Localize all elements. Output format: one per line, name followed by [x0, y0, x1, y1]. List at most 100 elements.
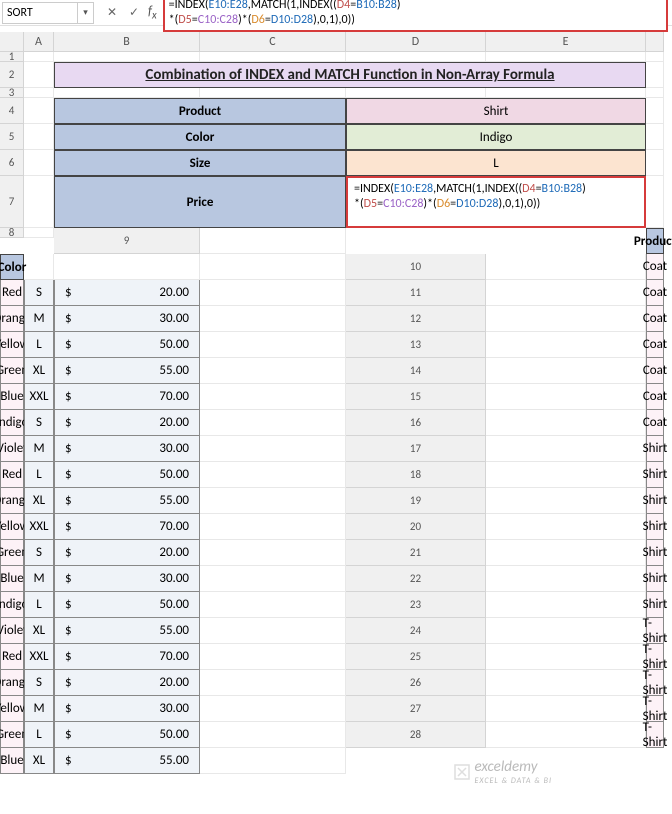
table-cell-price[interactable]: $20.00: [54, 410, 200, 436]
table-cell-price[interactable]: $70.00: [54, 644, 200, 670]
row-header-9[interactable]: 9: [54, 228, 200, 254]
cell[interactable]: [200, 410, 346, 436]
table-cell-product[interactable]: T-Shirt: [646, 670, 664, 696]
table-cell-price[interactable]: $70.00: [54, 384, 200, 410]
row-header-12[interactable]: 12: [346, 306, 486, 332]
row-header-8[interactable]: 8: [0, 228, 24, 238]
table-cell-price[interactable]: $70.00: [54, 514, 200, 540]
table-cell-product[interactable]: Coat: [646, 358, 664, 384]
row-header-25[interactable]: 25: [346, 644, 486, 670]
table-cell-size[interactable]: S: [24, 410, 54, 436]
cell[interactable]: [200, 514, 346, 540]
row-header-28[interactable]: 28: [346, 722, 486, 748]
row-header-23[interactable]: 23: [346, 592, 486, 618]
table-cell-price[interactable]: $55.00: [54, 748, 200, 774]
table-cell-size[interactable]: M: [24, 566, 54, 592]
cell[interactable]: [24, 98, 54, 124]
cell[interactable]: [24, 124, 54, 150]
cell[interactable]: [486, 358, 646, 384]
row-header-27[interactable]: 27: [346, 696, 486, 722]
table-cell-size[interactable]: L: [24, 462, 54, 488]
table-cell-price[interactable]: $55.00: [54, 488, 200, 514]
cell[interactable]: [646, 176, 664, 228]
cell[interactable]: [200, 462, 346, 488]
table-cell-color[interactable]: Blue: [0, 748, 24, 774]
table-cell-size[interactable]: XL: [24, 618, 54, 644]
cell[interactable]: [24, 254, 54, 280]
table-cell-product[interactable]: Coat: [646, 306, 664, 332]
row-header-1[interactable]: 1: [0, 52, 24, 62]
col-header-B[interactable]: B: [54, 32, 200, 52]
table-cell-color[interactable]: Green: [0, 358, 24, 384]
table-cell-size[interactable]: L: [24, 332, 54, 358]
row-header-13[interactable]: 13: [346, 332, 486, 358]
table-cell-price[interactable]: $30.00: [54, 306, 200, 332]
table-cell-color[interactable]: Orange: [0, 306, 24, 332]
cell[interactable]: [486, 488, 646, 514]
cell[interactable]: [200, 722, 346, 748]
table-cell-product[interactable]: Coat: [646, 280, 664, 306]
cell[interactable]: [646, 62, 664, 88]
cell[interactable]: [200, 670, 346, 696]
table-cell-product[interactable]: Shirt: [646, 514, 664, 540]
cell[interactable]: [486, 670, 646, 696]
table-cell-price[interactable]: $50.00: [54, 462, 200, 488]
row-header-24[interactable]: 24: [346, 618, 486, 644]
row-header-2[interactable]: 2: [0, 62, 24, 88]
table-cell-product[interactable]: Shirt: [646, 462, 664, 488]
table-cell-size[interactable]: L: [24, 592, 54, 618]
spreadsheet-grid[interactable]: ABCDE12Combination of INDEX and MATCH Fu…: [0, 32, 672, 774]
table-cell-color[interactable]: Violet: [0, 618, 24, 644]
cell[interactable]: [200, 306, 346, 332]
table-cell-product[interactable]: Shirt: [646, 436, 664, 462]
row-header-19[interactable]: 19: [346, 488, 486, 514]
table-cell-price[interactable]: $50.00: [54, 592, 200, 618]
table-cell-color[interactable]: Yellow: [0, 696, 24, 722]
table-cell-size[interactable]: XXL: [24, 644, 54, 670]
table-cell-price[interactable]: $30.00: [54, 436, 200, 462]
cell[interactable]: [646, 124, 664, 150]
cell[interactable]: [200, 566, 346, 592]
table-cell-price[interactable]: $20.00: [54, 280, 200, 306]
name-box-dropdown[interactable]: ▾: [78, 2, 94, 24]
cell[interactable]: [486, 410, 646, 436]
row-header-17[interactable]: 17: [346, 436, 486, 462]
cell[interactable]: [486, 696, 646, 722]
cell[interactable]: [486, 384, 646, 410]
table-cell-price[interactable]: $50.00: [54, 722, 200, 748]
table-cell-color[interactable]: Green: [0, 540, 24, 566]
table-cell-color[interactable]: Red: [0, 280, 24, 306]
table-cell-price[interactable]: $20.00: [54, 540, 200, 566]
table-cell-price[interactable]: $30.00: [54, 696, 200, 722]
select-all-corner[interactable]: [0, 32, 24, 52]
cell[interactable]: [200, 88, 346, 98]
table-cell-color[interactable]: Yellow: [0, 332, 24, 358]
row-header-18[interactable]: 18: [346, 462, 486, 488]
row-header-11[interactable]: 11: [346, 280, 486, 306]
name-box[interactable]: SORT: [2, 2, 78, 24]
cell[interactable]: [486, 332, 646, 358]
value-product[interactable]: Shirt: [346, 98, 646, 124]
cell[interactable]: [24, 88, 54, 98]
row-header-20[interactable]: 20: [346, 514, 486, 540]
col-header-C[interactable]: C: [200, 32, 346, 52]
row-header-16[interactable]: 16: [346, 410, 486, 436]
table-cell-size[interactable]: S: [24, 540, 54, 566]
cell[interactable]: [54, 254, 200, 280]
col-header-E[interactable]: E: [486, 32, 646, 52]
table-cell-size[interactable]: XL: [24, 488, 54, 514]
cell[interactable]: [200, 488, 346, 514]
cell[interactable]: [200, 592, 346, 618]
cell[interactable]: [486, 280, 646, 306]
table-cell-product[interactable]: T-Shirt: [646, 722, 664, 748]
row-header-22[interactable]: 22: [346, 566, 486, 592]
table-cell-size[interactable]: M: [24, 696, 54, 722]
cell[interactable]: [486, 592, 646, 618]
row-header-6[interactable]: 6: [0, 150, 24, 176]
cell[interactable]: [486, 566, 646, 592]
cell[interactable]: [200, 384, 346, 410]
cell[interactable]: [54, 52, 200, 62]
table-cell-size[interactable]: M: [24, 306, 54, 332]
cell[interactable]: [24, 176, 54, 228]
cell[interactable]: [346, 88, 486, 98]
